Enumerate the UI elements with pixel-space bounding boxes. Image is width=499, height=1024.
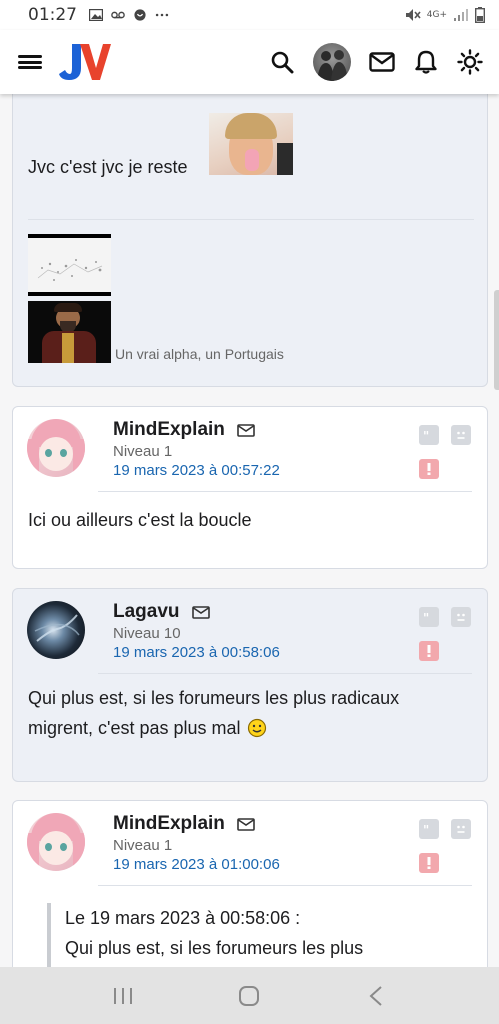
- author-avatar[interactable]: [27, 813, 85, 871]
- post-divider: [98, 885, 472, 886]
- post-date[interactable]: 19 mars 2023 à 01:00:06: [113, 856, 280, 873]
- portrait-image[interactable]: [28, 301, 111, 363]
- alert-icon[interactable]: [419, 641, 439, 661]
- battery-icon: [475, 7, 485, 23]
- home-button[interactable]: [234, 981, 264, 1011]
- mute-icon: [405, 9, 421, 21]
- post-divider: [28, 219, 474, 220]
- mail-icon[interactable]: [237, 817, 255, 831]
- quote-icon[interactable]: ": [419, 425, 439, 445]
- status-time: 01:27: [28, 5, 77, 25]
- post-divider: [98, 491, 472, 492]
- post-divider: [98, 673, 472, 674]
- post-text: Ici ou ailleurs c'est la boucle: [28, 510, 252, 530]
- sad-face-icon[interactable]: [451, 425, 471, 445]
- topic-messages: Jvc c'est jvc je reste Un vrai alpha, un…: [0, 94, 499, 967]
- author-avatar[interactable]: [27, 601, 85, 659]
- image-caption: Un vrai alpha, un Portugais: [115, 346, 284, 362]
- sun-icon[interactable]: [457, 49, 483, 75]
- svg-text:": ": [423, 430, 429, 440]
- gallery-icon: [89, 9, 103, 21]
- mail-icon[interactable]: [237, 423, 255, 437]
- network-type: 4G+: [426, 10, 447, 20]
- signal-icon: [454, 9, 468, 21]
- status-system-icons: 4G+: [405, 7, 485, 23]
- svg-text:": ": [423, 824, 429, 834]
- quote-icon[interactable]: ": [419, 819, 439, 839]
- author-avatar[interactable]: [27, 419, 85, 477]
- voicemail-icon: [111, 11, 125, 19]
- jv-logo-graphic: [59, 44, 111, 80]
- quote-text: Qui plus est, si les forumeurs les plus: [65, 938, 364, 958]
- author-level: Niveau 1: [113, 443, 173, 460]
- mail-icon[interactable]: [191, 605, 210, 619]
- sticker-image[interactable]: [209, 113, 293, 175]
- user-avatar[interactable]: [313, 43, 351, 81]
- forum-post: MindExplain Niveau 1 19 mars 2023 à 01:0…: [12, 800, 488, 967]
- menu-icon[interactable]: [18, 52, 42, 72]
- mail-icon[interactable]: [369, 49, 395, 75]
- quote-header: Le 19 mars 2023 à 00:58:06 :: [65, 908, 301, 928]
- author-name[interactable]: MindExplain: [113, 419, 225, 441]
- system-navigation-bar: [0, 967, 499, 1024]
- quoted-message: Le 19 mars 2023 à 00:58:06 : Qui plus es…: [47, 903, 363, 967]
- search-icon[interactable]: [269, 49, 295, 75]
- alert-icon[interactable]: [419, 853, 439, 873]
- forum-post: Jvc c'est jvc je reste Un vrai alpha, un…: [12, 94, 488, 387]
- bell-icon[interactable]: [413, 49, 439, 75]
- more-dots-icon: [155, 13, 169, 17]
- sad-face-icon[interactable]: [451, 819, 471, 839]
- author-level: Niveau 1: [113, 837, 173, 854]
- author-level: Niveau 10: [113, 625, 181, 642]
- status-bar: 01:27 4G+: [0, 0, 499, 30]
- app-header: [0, 30, 499, 94]
- forum-post: Lagavu Niveau 10 19 mars 2023 à 00:58:06…: [12, 588, 488, 782]
- back-button[interactable]: [361, 981, 391, 1011]
- post-text-line: migrent, c'est pas plus mal: [28, 718, 241, 738]
- jv-logo[interactable]: [58, 42, 112, 82]
- forum-post: MindExplain Niveau 1 19 mars 2023 à 00:5…: [12, 406, 488, 569]
- app-notification-icon: [134, 9, 146, 21]
- alert-icon[interactable]: [419, 459, 439, 479]
- post-text: Jvc c'est jvc je reste: [28, 157, 188, 177]
- smiley-icon: [247, 718, 266, 738]
- author-name[interactable]: MindExplain: [113, 813, 225, 835]
- sad-face-icon[interactable]: [451, 607, 471, 627]
- recent-apps-button[interactable]: [108, 981, 138, 1011]
- status-notification-icons: [89, 9, 169, 21]
- svg-text:": ": [423, 612, 429, 622]
- scroll-handle[interactable]: [494, 290, 499, 390]
- post-date[interactable]: 19 mars 2023 à 00:58:06: [113, 644, 280, 661]
- author-name[interactable]: Lagavu: [113, 601, 180, 623]
- post-text-line: Qui plus est, si les forumeurs les plus …: [28, 688, 400, 708]
- image-thumbnail[interactable]: [28, 234, 111, 296]
- post-date[interactable]: 19 mars 2023 à 00:57:22: [113, 462, 280, 479]
- quote-icon[interactable]: ": [419, 607, 439, 627]
- post-text: Qui plus est, si les forumeurs les plus …: [28, 683, 478, 743]
